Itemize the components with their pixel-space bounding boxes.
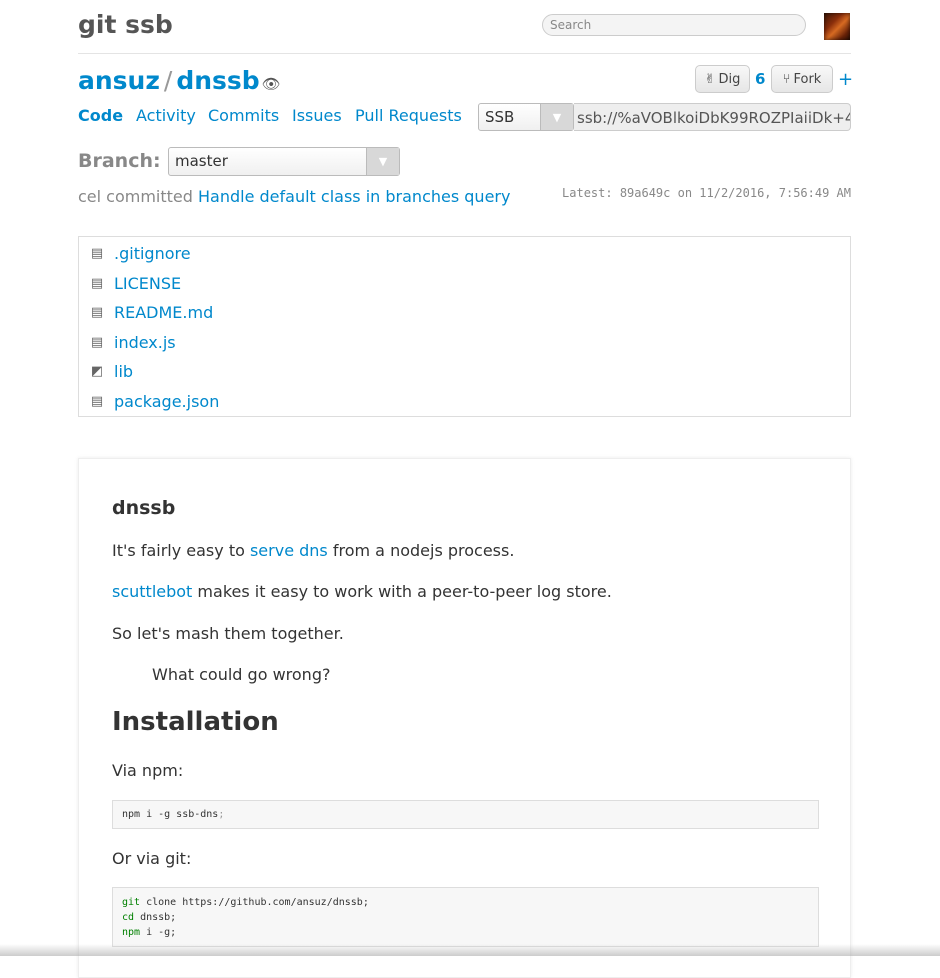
serve-dns-link[interactable]: serve dns [250, 541, 328, 560]
list-item[interactable]: ▤ LICENSE [88, 270, 181, 296]
npm-code-block: npm i -g ssb-dns; [112, 800, 819, 829]
fork-icon: ⑂ [782, 71, 791, 87]
site-title[interactable]: git ssb [78, 10, 173, 39]
tab-activity[interactable]: Activity [136, 106, 196, 125]
fork-label: Fork [793, 71, 822, 87]
search-input[interactable] [542, 14, 806, 36]
file-link[interactable]: .gitignore [114, 244, 191, 263]
dig-label: Dig [718, 71, 741, 87]
code-text: clone https://github.com/ansuz/dnssb; [140, 897, 369, 908]
code-line: npm i -g; [122, 925, 809, 940]
tab-code[interactable]: Code [78, 106, 123, 125]
code-text: i -g; [140, 927, 177, 938]
readme-panel: dnssb It's fairly easy to serve dns from… [78, 458, 851, 978]
tab-issues[interactable]: Issues [292, 106, 342, 125]
list-item[interactable]: ◩ lib [88, 358, 133, 384]
tab-pull-requests[interactable]: Pull Requests [355, 106, 462, 125]
dig-count[interactable]: 6 [755, 70, 765, 88]
clone-protocol-value: SSB [485, 108, 515, 126]
readme-text: It's fairly easy to [112, 541, 245, 560]
scroll-shadow [0, 944, 940, 956]
branch-label: Branch: [78, 150, 161, 172]
repo-owner-link[interactable]: ansuz [78, 66, 160, 95]
branch-select[interactable]: master ▼ [168, 147, 400, 176]
commit-latest-info: Latest: 89a649c on 11/2/2016, 7:56:49 AM [562, 186, 851, 200]
dig-button[interactable]: ✌ Dig [695, 65, 750, 93]
readme-title: dnssb [112, 497, 176, 519]
dig-icon: ✌ [704, 71, 716, 87]
repo-name-link[interactable]: dnssb [176, 66, 259, 95]
tab-commits[interactable]: Commits [208, 106, 279, 125]
file-list: ▤ .gitignore ▤ LICENSE ▤ README.md ▤ ind… [78, 236, 851, 417]
list-item[interactable]: ▤ package.json [88, 388, 220, 414]
file-link[interactable]: package.json [114, 392, 219, 411]
code-line: cd dnssb; [122, 910, 809, 925]
branch-value: master [175, 152, 228, 170]
file-icon: ▤ [90, 334, 104, 350]
file-icon: ▤ [90, 304, 104, 320]
code-command: git [122, 897, 141, 908]
code-command: cd [122, 912, 135, 923]
readme-paragraph: scuttlebot makes it easy to work with a … [112, 582, 612, 601]
git-code-block: git clone https://github.com/ansuz/dnssb… [112, 887, 819, 947]
code-text: npm i -g ssb-dns [122, 809, 219, 820]
readme-text: from a nodejs process. [332, 541, 515, 560]
clone-protocol-select[interactable]: SSB ▼ [478, 103, 574, 131]
clone-url-field[interactable]: ssb://%aVOBlkoiDbK99ROZPIaiiDk+4 [574, 103, 851, 131]
list-item[interactable]: ▤ index.js [88, 329, 176, 355]
readme-paragraph: Via npm: [112, 761, 184, 780]
file-link[interactable]: index.js [114, 333, 176, 352]
file-link[interactable]: README.md [114, 303, 213, 322]
hidden-eye-icon: 👁 [261, 75, 281, 93]
latest-commit: cel committed Handle default class in br… [78, 187, 510, 206]
forks-expand-button[interactable]: + [838, 69, 853, 90]
readme-paragraph: It's fairly easy to serve dns from a nod… [112, 541, 514, 560]
file-icon: ▤ [90, 245, 104, 261]
repo-separator: / [163, 66, 173, 95]
repo-title: ansuz / dnssb 👁 [78, 66, 281, 95]
list-item[interactable]: ▤ .gitignore [88, 240, 191, 266]
file-icon: ▤ [90, 393, 104, 409]
commit-author-text: cel committed [78, 187, 193, 206]
code-text: dnssb; [134, 912, 177, 923]
code-line: npm i -g ssb-dns; [122, 807, 809, 822]
avatar[interactable] [824, 13, 850, 40]
code-line: git clone https://github.com/ansuz/dnssb… [122, 895, 809, 910]
folder-link[interactable]: lib [114, 362, 133, 381]
file-icon: ▤ [90, 275, 104, 291]
chevron-down-icon: ▼ [366, 148, 399, 175]
list-item[interactable]: ▤ README.md [88, 299, 213, 325]
site-header: git ssb [78, 0, 851, 54]
code-punct: ; [218, 809, 225, 820]
readme-blockquote: What could go wrong? [152, 665, 331, 684]
installation-heading: Installation [112, 707, 279, 737]
folder-icon: ◩ [90, 363, 104, 379]
chevron-down-icon: ▼ [540, 104, 573, 130]
fork-button[interactable]: ⑂ Fork [771, 65, 833, 93]
readme-paragraph: So let's mash them together. [112, 624, 344, 643]
commit-message-link[interactable]: Handle default class in branches query [198, 187, 510, 206]
readme-paragraph: Or via git: [112, 849, 192, 868]
file-link[interactable]: LICENSE [114, 274, 181, 293]
code-command: npm [122, 927, 141, 938]
readme-text: makes it easy to work with a peer-to-pee… [197, 582, 612, 601]
scuttlebot-link[interactable]: scuttlebot [112, 582, 192, 601]
